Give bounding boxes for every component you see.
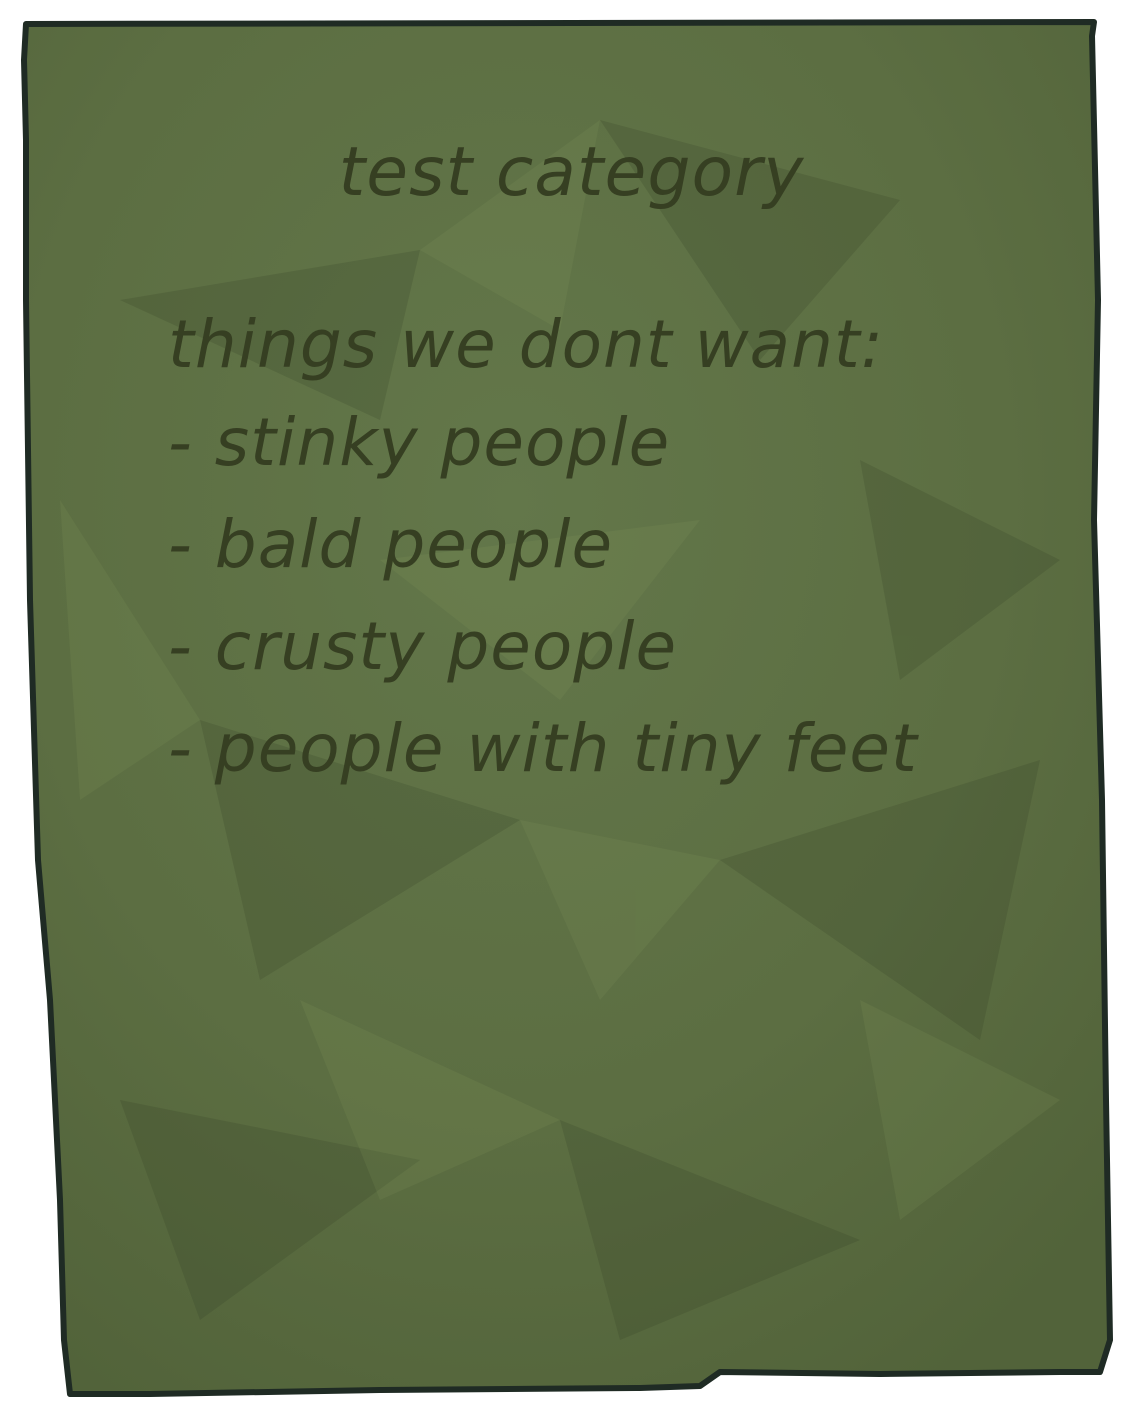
note-heading: things we dont want: <box>168 306 885 383</box>
note-title: test category <box>338 133 805 212</box>
list-item: - people with tiny feet <box>168 710 918 787</box>
list-item: - stinky people <box>168 404 671 481</box>
note-card: test category things we dont want: - sti… <box>0 0 1143 1422</box>
list-item: - bald people <box>168 506 614 583</box>
note-list: - stinky people - bald people - crusty p… <box>168 392 918 800</box>
list-item: - crusty people <box>168 608 678 685</box>
